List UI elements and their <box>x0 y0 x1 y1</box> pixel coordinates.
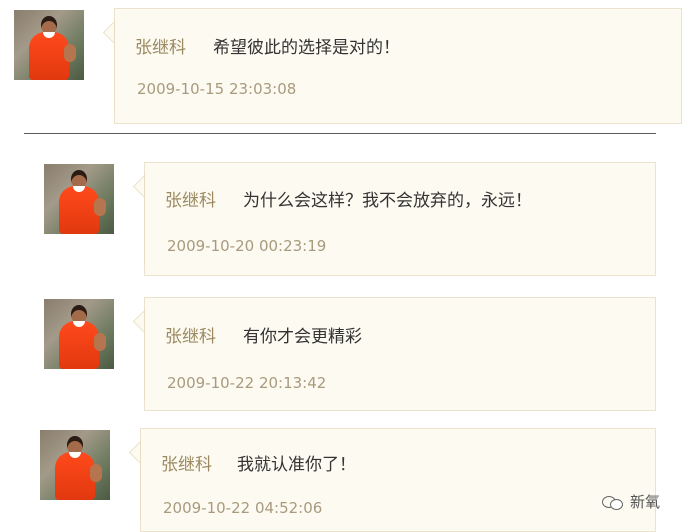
watermark-text: 新氧 <box>629 493 660 511</box>
comment-message: 希望彼此的选择是对的！ <box>213 38 400 58</box>
comment-bubble: 张继科 希望彼此的选择是对的！ 2009-10-15 23:03:08 <box>102 8 682 124</box>
comment-timestamp: 2009-10-22 20:13:42 <box>167 374 327 392</box>
comment-message: 我就认准你了！ <box>237 455 356 475</box>
avatar[interactable] <box>40 430 110 500</box>
comment-message: 有你才会更精彩 <box>243 327 362 347</box>
comment-author[interactable]: 张继科 <box>161 450 212 475</box>
section-divider <box>24 133 656 134</box>
avatar[interactable] <box>44 299 114 369</box>
wechat-icon <box>601 494 624 510</box>
avatar[interactable] <box>14 10 84 80</box>
avatar[interactable] <box>44 164 114 234</box>
comment-message: 为什么会这样？我不会放弃的，永远！ <box>243 191 532 211</box>
comment-bubble: 张继科 有你才会更精彩 2009-10-22 20:13:42 <box>132 297 656 411</box>
comment-bubble: 张继科 我就认准你了！ 2009-10-22 04:52:06 <box>128 428 656 532</box>
comment-author[interactable]: 张继科 <box>165 322 216 347</box>
comment-author[interactable]: 张继科 <box>135 33 186 58</box>
comment-timestamp: 2009-10-15 23:03:08 <box>137 80 297 98</box>
watermark: 新氧 <box>601 491 660 512</box>
comment-bubble: 张继科 为什么会这样？我不会放弃的，永远！ 2009-10-20 00:23:1… <box>132 162 656 276</box>
comment-author[interactable]: 张继科 <box>165 186 216 211</box>
comment-timestamp: 2009-10-20 00:23:19 <box>167 237 327 255</box>
comment-timestamp: 2009-10-22 04:52:06 <box>163 499 323 517</box>
